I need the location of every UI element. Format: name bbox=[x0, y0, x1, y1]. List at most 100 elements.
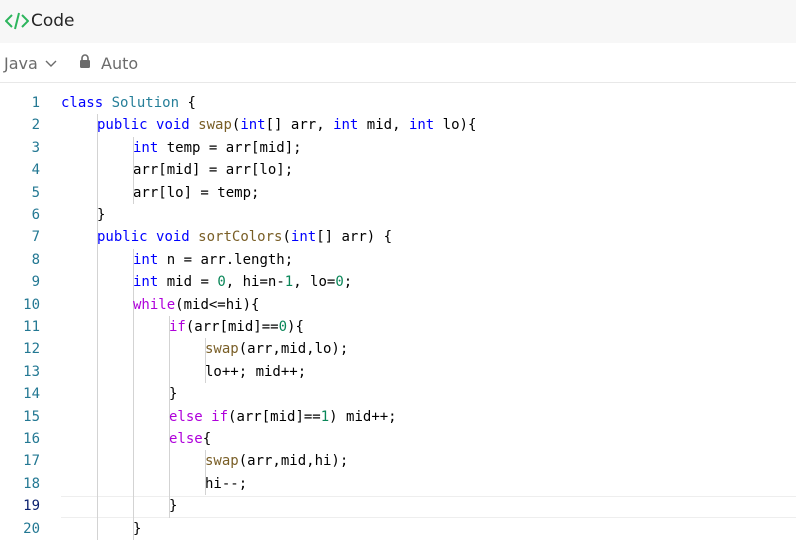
code-text: lo++; mid++; bbox=[205, 361, 306, 383]
code-token: hi--; bbox=[205, 475, 248, 492]
line-number: 1 bbox=[31, 95, 40, 111]
code-line[interactable]: 17 swap(arr,mid,hi); bbox=[0, 450, 796, 473]
indent-guide bbox=[97, 181, 98, 204]
code-token: } bbox=[169, 498, 178, 515]
chevron-down-icon bbox=[45, 60, 57, 67]
code-token: swap bbox=[205, 341, 239, 358]
indent-guide bbox=[97, 360, 98, 384]
code-token: swap bbox=[205, 453, 239, 470]
code-line[interactable]: 18 hi--; bbox=[0, 472, 796, 496]
code-token: arr[mid] = arr[lo]; bbox=[133, 162, 294, 179]
code-token: 1 bbox=[320, 408, 330, 425]
code-line[interactable]: 11 if(arr[mid]==0){ bbox=[0, 316, 796, 339]
code-token: Solution bbox=[111, 95, 180, 111]
code-line[interactable]: 13 lo++; mid++; bbox=[0, 360, 796, 384]
line-number: 15 bbox=[23, 408, 40, 425]
line-number: 5 bbox=[31, 184, 40, 201]
code-text: arr[mid] = arr[lo]; bbox=[133, 159, 293, 181]
indent-guide bbox=[97, 293, 98, 316]
indent-guide bbox=[133, 450, 134, 473]
line-number: 19 bbox=[23, 498, 40, 515]
code-line[interactable]: 3 int temp = arr[mid]; bbox=[0, 136, 796, 160]
code-text: swap(arr,mid,hi); bbox=[205, 450, 348, 472]
code-token: ; bbox=[343, 274, 353, 291]
code-line[interactable]: 5 arr[lo] = temp; bbox=[0, 181, 796, 204]
code-text: public void sortColors(int[] arr) { bbox=[97, 226, 392, 248]
line-number: 10 bbox=[23, 296, 40, 313]
code-text: } bbox=[169, 383, 177, 405]
code-line[interactable]: 4 arr[mid] = arr[lo]; bbox=[0, 159, 796, 182]
code-line[interactable]: 16 else{ bbox=[0, 428, 796, 451]
code-text: int mid = 0, hi=n-1, lo=0; bbox=[133, 271, 352, 293]
panel-title: Code bbox=[31, 11, 75, 31]
code-line[interactable]: 20} bbox=[0, 517, 796, 540]
line-number: 16 bbox=[23, 431, 40, 447]
code-text: if(arr[mid]==0){ bbox=[169, 316, 304, 338]
code-line[interactable]: 1 class Solution { bbox=[0, 92, 796, 114]
code-token: int bbox=[408, 117, 435, 134]
editor-mode-label[interactable]: Auto bbox=[101, 54, 138, 74]
code-token: n = arr.length; bbox=[158, 251, 294, 268]
code-token: 1 bbox=[284, 274, 294, 291]
line-number: 17 bbox=[23, 453, 40, 470]
code-token: else bbox=[169, 408, 203, 425]
indent-guide bbox=[169, 338, 170, 361]
code-token: (arr,mid,hi); bbox=[238, 453, 349, 470]
code-token: int bbox=[290, 229, 317, 246]
line-number: 12 bbox=[23, 341, 40, 358]
indent-guide bbox=[97, 159, 98, 182]
indent-guide bbox=[133, 316, 134, 339]
code-text: while(mid<=hi){ bbox=[133, 294, 259, 316]
code-line[interactable]: 2 public void swap(int[] arr, int mid, in… bbox=[0, 114, 796, 137]
code-line[interactable]: 10 while(mid<=hi){ bbox=[0, 293, 796, 316]
code-token: , hi=n- bbox=[225, 274, 285, 291]
code-text: hi--; bbox=[205, 473, 247, 495]
code-token: if bbox=[211, 408, 229, 425]
line-number: 11 bbox=[23, 319, 40, 335]
code-token: mid, bbox=[358, 117, 409, 134]
code-editor[interactable]: 1 class Solution {2 public void swap(int[]… bbox=[0, 92, 796, 551]
code-line[interactable]: 8 int n = arr.length; bbox=[0, 248, 796, 272]
indent-guide bbox=[133, 360, 134, 384]
code-text: arr[lo] = temp; bbox=[133, 182, 259, 204]
indent-guide bbox=[133, 383, 134, 406]
line-number: 7 bbox=[31, 229, 40, 246]
code-line[interactable]: 12 swap(arr,mid,lo); bbox=[0, 338, 796, 361]
indent-guide bbox=[97, 271, 98, 294]
code-token: } bbox=[97, 207, 106, 223]
panel-header: Code bbox=[0, 0, 796, 43]
code-text: } bbox=[133, 518, 141, 540]
code-line[interactable]: 9 int mid = 0, hi=n-1, lo=0; bbox=[0, 271, 796, 294]
code-line[interactable]: 14} bbox=[0, 383, 796, 406]
code-line[interactable]: 19} bbox=[0, 495, 796, 518]
indent-guide bbox=[133, 472, 134, 496]
line-number: 4 bbox=[31, 162, 40, 179]
code-token: void bbox=[156, 229, 190, 246]
code-text: else{ bbox=[169, 428, 211, 450]
code-line[interactable]: 7 public void sortColors(int[] arr) { bbox=[0, 226, 796, 249]
code-token: if bbox=[169, 319, 186, 335]
line-number: 3 bbox=[31, 139, 40, 156]
indent-guide bbox=[169, 472, 170, 496]
indent-guide bbox=[97, 472, 98, 496]
code-line[interactable]: 15 else if(arr[mid]==1) mid++; bbox=[0, 405, 796, 428]
indent-guide bbox=[169, 360, 170, 384]
code-token: } bbox=[169, 386, 178, 403]
line-number: 18 bbox=[23, 475, 40, 492]
code-token: ( bbox=[282, 229, 291, 246]
code-token: lo++; mid++; bbox=[205, 363, 307, 380]
line-number: 20 bbox=[23, 520, 40, 537]
code-token: int bbox=[240, 117, 266, 134]
indent-guide bbox=[97, 136, 98, 160]
code-token: public bbox=[97, 229, 148, 246]
code-text: public void swap(int[] arr, int mid, int… bbox=[97, 114, 476, 136]
language-select[interactable]: Java bbox=[4, 54, 57, 74]
code-token: int bbox=[133, 274, 159, 291]
indent-guide bbox=[97, 495, 98, 518]
code-token: else bbox=[169, 431, 203, 447]
code-line[interactable]: 6} bbox=[0, 204, 796, 227]
indent-guide bbox=[133, 405, 134, 428]
